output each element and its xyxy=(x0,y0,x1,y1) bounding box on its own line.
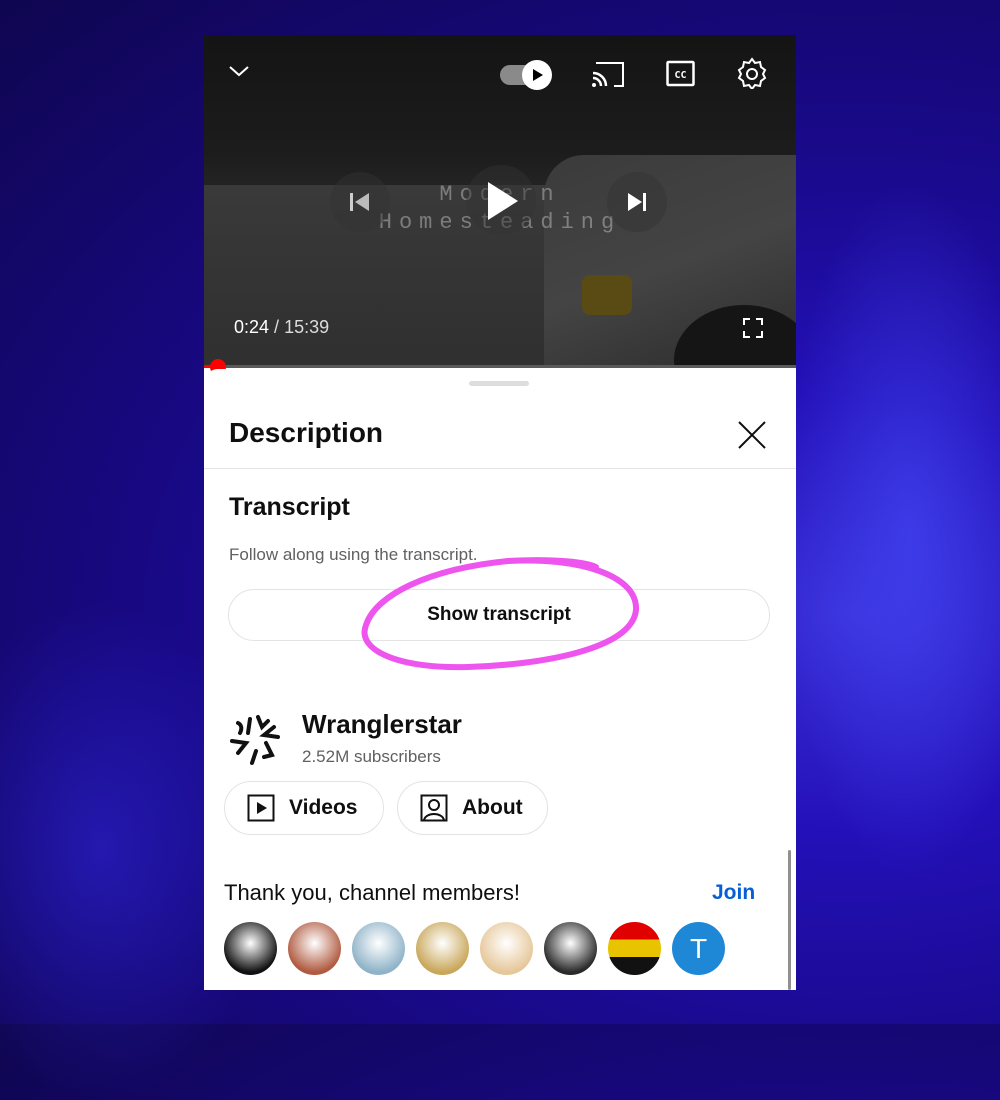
drag-handle[interactable] xyxy=(469,381,529,386)
join-button[interactable]: Join xyxy=(712,881,755,905)
subscriber-count: 2.52M subscribers xyxy=(302,747,441,766)
play-icon xyxy=(533,69,543,81)
show-transcript-label: Show transcript xyxy=(427,604,571,625)
videos-button[interactable]: Videos xyxy=(224,781,384,835)
channel-name[interactable]: Wranglerstar xyxy=(302,709,462,740)
next-icon xyxy=(628,193,646,211)
divider xyxy=(204,468,796,469)
about-button[interactable]: About xyxy=(397,781,548,835)
member-avatar-7[interactable] xyxy=(608,922,661,975)
cc-icon[interactable]: CC xyxy=(666,60,696,88)
time-display: 0:24 / 15:39 xyxy=(234,317,329,338)
settings-icon[interactable] xyxy=(736,57,768,89)
close-icon[interactable] xyxy=(736,419,768,451)
member-avatar-5[interactable] xyxy=(480,922,533,975)
progress-bar[interactable] xyxy=(204,365,796,368)
videos-label: Videos xyxy=(289,796,358,819)
person-icon xyxy=(420,794,448,822)
about-label: About xyxy=(462,796,523,819)
member-avatar-8[interactable]: T xyxy=(672,922,725,975)
cast-icon[interactable] xyxy=(590,59,626,89)
time-separator: / xyxy=(269,317,285,337)
member-avatar-1[interactable] xyxy=(224,922,277,975)
member-avatars: T xyxy=(224,922,725,975)
duration: 15:39 xyxy=(284,317,330,337)
svg-text:CC: CC xyxy=(674,70,686,81)
member-avatar-6[interactable] xyxy=(544,922,597,975)
chevron-down-icon[interactable] xyxy=(228,61,250,81)
autoplay-toggle[interactable] xyxy=(500,60,556,90)
scrollbar[interactable] xyxy=(788,850,791,990)
background-glow xyxy=(780,180,1000,880)
video-frame xyxy=(582,275,632,315)
transcript-heading: Transcript xyxy=(229,493,350,521)
members-heading: Thank you, channel members! xyxy=(224,880,520,905)
member-avatar-4[interactable] xyxy=(416,922,469,975)
videos-icon xyxy=(247,794,275,822)
previous-icon xyxy=(350,193,369,211)
video-player[interactable]: CC Modern Homesteading 0:24 / 15:39 xyxy=(204,35,796,368)
current-time: 0:24 xyxy=(234,317,270,337)
phone-screen: CC Modern Homesteading 0:24 / 15:39 xyxy=(204,35,796,990)
sheet-title: Description xyxy=(229,417,384,448)
fullscreen-icon[interactable] xyxy=(743,318,763,338)
channel-logo[interactable] xyxy=(228,711,286,769)
member-avatar-3[interactable] xyxy=(352,922,405,975)
play-icon xyxy=(488,182,518,220)
transcript-subtitle: Follow along using the transcript. xyxy=(229,545,478,564)
show-transcript-button[interactable]: Show transcript xyxy=(228,589,770,641)
member-avatar-2[interactable] xyxy=(288,922,341,975)
